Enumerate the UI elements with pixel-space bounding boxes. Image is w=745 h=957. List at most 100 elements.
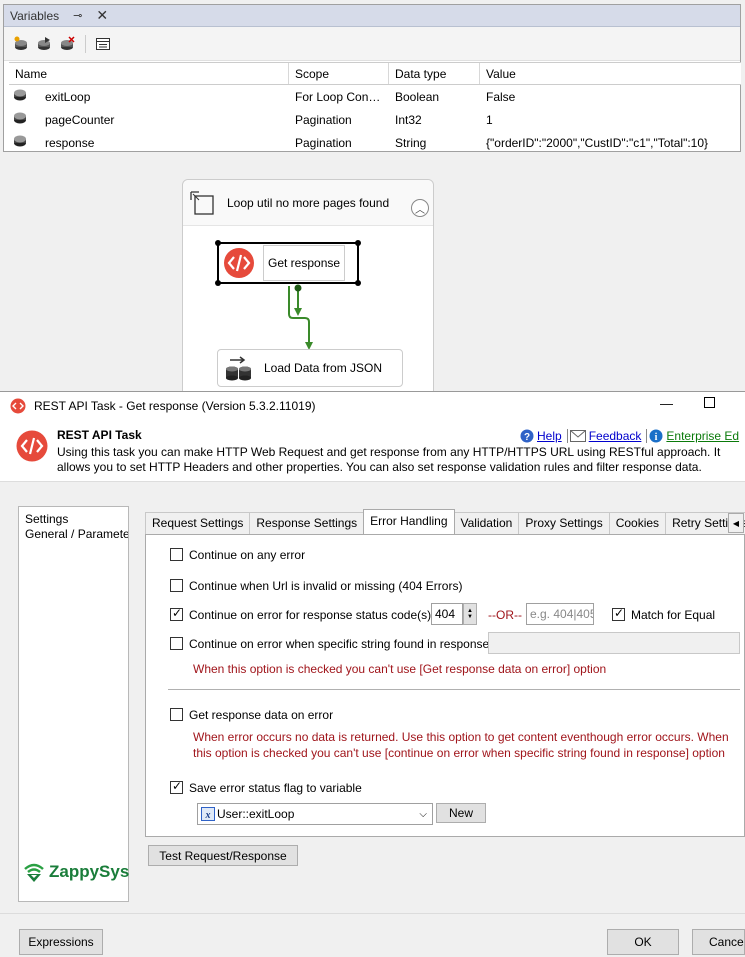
feedback-link[interactable]: Feedback [589,429,642,443]
nav-item-settings[interactable]: Settings [25,512,122,527]
variable-select[interactable]: x User::exitLoop ⌵ [197,803,433,825]
help-link[interactable]: Help [537,429,562,443]
variable-datatype[interactable]: Boolean [389,90,480,104]
resize-handle[interactable] [215,240,221,246]
resize-handle[interactable] [355,280,361,286]
error-string-input[interactable] [488,632,740,654]
enterprise-link[interactable]: Enterprise Ed [666,429,739,443]
variable-icon [9,88,39,105]
continue-any-error-checkbox[interactable] [170,548,183,561]
tab-request-settings[interactable]: Request Settings [145,512,251,534]
tab-error-handling[interactable]: Error Handling [363,509,455,535]
divider [168,689,740,690]
rest-api-banner-icon [16,430,48,462]
continue-url-invalid-checkbox[interactable] [170,579,183,592]
rest-api-dialog: REST API Task - Get response (Version 5.… [0,391,745,957]
move-variable-button[interactable] [33,33,55,55]
variable-datatype[interactable]: Int32 [389,113,480,127]
link-separator [646,429,648,443]
resize-handle[interactable] [355,240,361,246]
feedback-icon [569,430,586,442]
nav-item-general-parameters[interactable]: General / Parameters [25,527,128,542]
loop-container-icon [190,190,214,215]
match-for-equal-checkbox[interactable] [612,606,625,621]
tab-validation[interactable]: Validation [453,512,520,534]
close-icon[interactable]: ✕ [96,7,108,24]
table-row[interactable]: exitLoop For Loop Cont… Boolean False [9,85,741,108]
dialog-banner: REST API Task Using this task you can ma… [0,420,745,482]
json-source-icon [226,356,251,381]
variable-value[interactable]: {"orderID":"2000","CustID":"c1","Total":… [480,136,741,150]
collapse-icon[interactable]: ︿ [411,199,429,217]
precedence-connector[interactable] [280,284,320,352]
variable-value[interactable]: False [480,90,741,104]
variable-icon [9,111,39,128]
variable-scope[interactable]: For Loop Cont… [289,90,389,104]
variables-titlebar: Variables ⊸ ✕ [4,5,740,27]
load-data-task[interactable]: Load Data from JSON [217,349,403,387]
delete-variable-button[interactable] [56,33,78,55]
save-error-flag-label: Save error status flag to variable [189,781,362,795]
svg-text:i: i [655,432,658,443]
column-header-value[interactable]: Value [480,63,741,84]
variable-datatype[interactable]: String [389,136,480,150]
variable-value[interactable]: 1 [480,113,741,127]
column-header-scope[interactable]: Scope [289,63,389,84]
loop-container-header: Loop util no more pages found [183,180,433,226]
settings-tabs: Request Settings Response Settings Error… [145,509,745,535]
variables-grid-header: Name Scope Data type Value [9,62,741,85]
test-request-button[interactable]: Test Request/Response [148,845,298,866]
variable-name[interactable]: response [39,136,289,150]
spin-down-icon[interactable]: ▼ [467,614,473,620]
variable-name[interactable]: pageCounter [39,113,289,127]
grid-options-button[interactable] [92,33,114,55]
or-label: --OR-- [488,608,522,622]
save-error-flag-checkbox[interactable] [170,779,183,794]
dialog-title: REST API Task - Get response (Version 5.… [34,399,316,413]
get-response-task[interactable]: Get response [215,240,361,286]
variables-grid: Name Scope Data type Value exitLoop For … [9,62,741,154]
banner-title: REST API Task [57,428,142,442]
continue-status-code-checkbox[interactable] [170,606,183,621]
ok-button[interactable]: OK [607,929,679,955]
continue-status-code-label: Continue on error for response status co… [189,608,432,622]
status-code-pattern-input[interactable]: e.g. 404|405 [526,603,594,625]
brand-name: ZappySys [49,862,130,881]
tab-proxy-settings[interactable]: Proxy Settings [518,512,610,534]
warning-string-option: When this option is checked you can't us… [193,662,607,676]
match-for-equal-label: Match for Equal [631,608,716,622]
continue-string-found-checkbox[interactable] [170,637,183,650]
wifi-logo-icon [24,863,44,882]
variable-name[interactable]: exitLoop [39,90,289,104]
pin-icon[interactable]: ⊸ [73,9,82,22]
new-variable-button[interactable]: New [436,803,486,823]
cancel-button[interactable]: Cancel [692,929,745,955]
banner-description: Using this task you can make HTTP Web Re… [57,445,721,474]
delete-variable-icon [61,35,75,50]
status-code-spinner[interactable]: ▲ ▼ [463,603,477,625]
maximize-icon[interactable] [704,397,715,408]
tab-cookies[interactable]: Cookies [608,512,667,534]
minimize-icon[interactable]: — [660,396,673,411]
column-header-name[interactable]: Name [9,63,289,84]
column-header-datatype[interactable]: Data type [389,63,480,84]
continue-string-found-label: Continue on error when specific string f… [189,637,490,651]
resize-handle[interactable] [215,280,221,286]
variable-scope[interactable]: Pagination [289,136,389,150]
variable-select-value: User::exitLoop [217,807,295,821]
tab-scroll-left-icon[interactable]: ◀ [728,513,744,533]
table-row[interactable]: response Pagination String {"orderID":"2… [9,131,741,154]
variable-scope[interactable]: Pagination [289,113,389,127]
expressions-button[interactable]: Expressions [19,929,103,955]
table-row[interactable]: pageCounter Pagination Int32 1 [9,108,741,131]
status-code-input[interactable]: 404 [431,603,463,625]
settings-nav: Settings General / Parameters [18,506,129,902]
banner-links: ? Help Feedback i Enterprise Ed [520,429,739,443]
designer-canvas[interactable]: Loop util no more pages found ︿ Get resp… [0,152,745,399]
dialog-app-icon [10,398,26,414]
tab-response-settings[interactable]: Response Settings [249,512,365,534]
warning-get-data-option: When error occurs no data is returned. U… [193,730,729,760]
chevron-down-icon[interactable]: ⌵ [419,809,427,820]
get-response-on-error-checkbox[interactable] [170,708,183,721]
add-variable-button[interactable] [10,33,32,55]
